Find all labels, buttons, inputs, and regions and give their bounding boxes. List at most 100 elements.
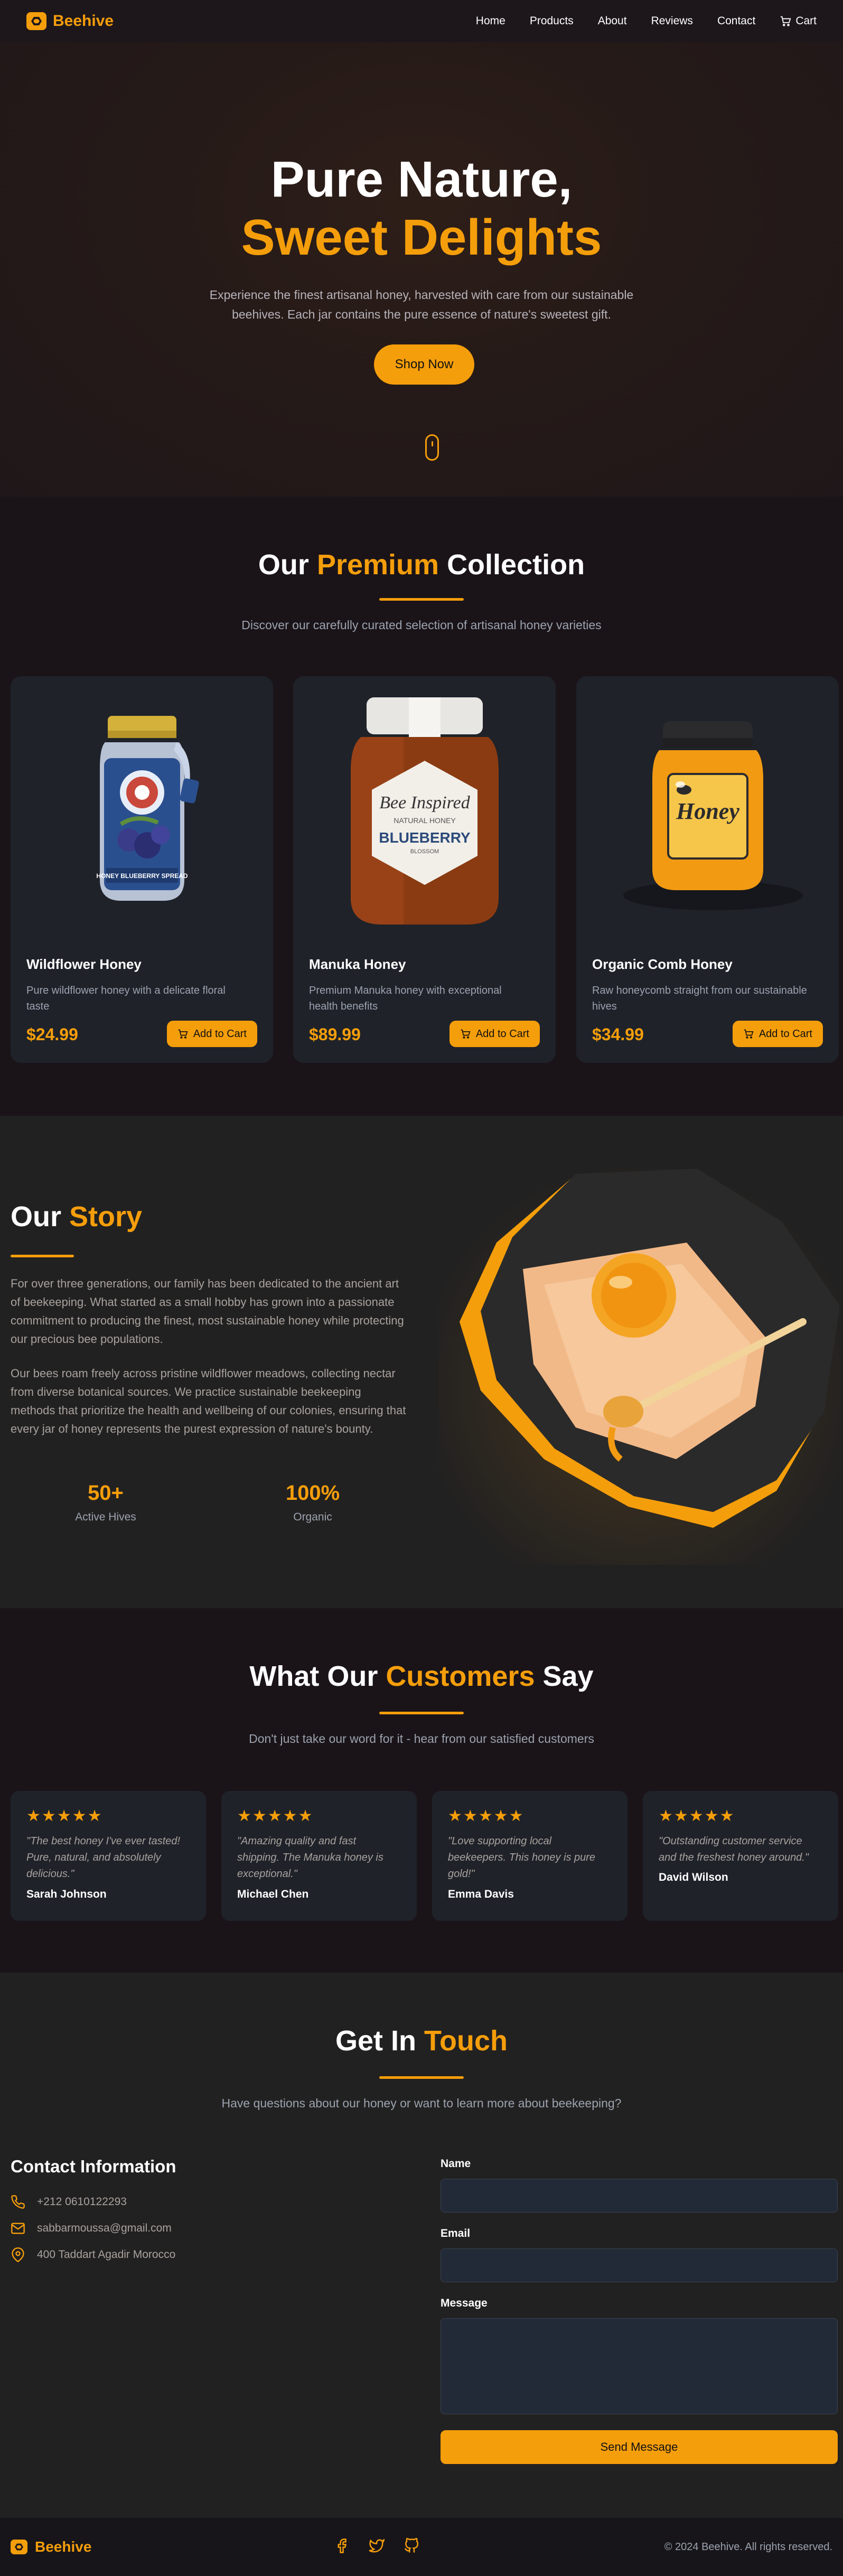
jar-label-brand: Bee Inspired xyxy=(379,793,471,813)
nav-link-reviews[interactable]: Reviews xyxy=(651,15,693,27)
shop-now-button[interactable]: Shop Now xyxy=(374,344,474,385)
send-message-button[interactable]: Send Message xyxy=(441,2430,838,2464)
social-links xyxy=(334,2538,419,2554)
product-name: Manuka Honey xyxy=(309,956,406,972)
hero-title-line2: Sweet Delights xyxy=(241,209,602,266)
name-label: Name xyxy=(441,2158,471,2170)
story-title-pre: Our xyxy=(11,1201,62,1233)
hero-section: Pure Nature, Sweet Delights Experience t… xyxy=(0,42,843,497)
facebook-icon[interactable] xyxy=(334,2538,350,2554)
jar-label-text: Honey xyxy=(676,798,739,824)
reviews-subtitle: Don't just take our word for it - hear f… xyxy=(249,1732,594,1746)
star-rating-icons: ★★★★★ xyxy=(237,1807,314,1825)
star-rating-icons: ★★★★★ xyxy=(448,1807,524,1825)
review-card: ★★★★★ "The best honey I've ever tasted! … xyxy=(11,1791,206,1921)
beehive-logo-icon xyxy=(11,2540,27,2554)
add-to-cart-label: Add to Cart xyxy=(758,1028,812,1040)
add-to-cart-label: Add to Cart xyxy=(193,1028,247,1040)
story-paragraph-2: Our bees roam freely across pristine wil… xyxy=(11,1367,406,1435)
cart-icon xyxy=(744,1029,754,1039)
cart-icon xyxy=(461,1029,471,1039)
contact-email: sabbarmoussa@gmail.com xyxy=(11,2221,172,2236)
mail-icon xyxy=(11,2223,25,2234)
phone-text: +212 0610122293 xyxy=(37,2196,127,2208)
product-name: Organic Comb Honey xyxy=(592,956,733,972)
contact-title-accent: Touch xyxy=(424,2025,508,2057)
brand-logo[interactable]: Beehive xyxy=(26,12,114,30)
nav-link-contact[interactable]: Contact xyxy=(717,15,755,27)
jar-label-text: HONEY BLUEBERRY SPREAD xyxy=(96,872,188,880)
github-icon[interactable] xyxy=(404,2538,419,2554)
contact-section: Get In Touch Have questions about our ho… xyxy=(0,1973,843,2518)
reviews-section: What Our Customers Say Don't just take o… xyxy=(0,1608,843,1973)
product-card-wildflower[interactable]: HONEY BLUEBERRY SPREAD Wildflower Honey … xyxy=(11,676,273,1063)
contact-info-title: Contact Information xyxy=(11,2157,176,2176)
products-title-underline xyxy=(379,598,464,601)
product-card-manuka[interactable]: Bee Inspired NATURAL HONEY BLUEBERRY BLO… xyxy=(293,676,556,1063)
add-to-cart-button[interactable]: Add to Cart xyxy=(449,1021,540,1047)
product-image-comb: Honey xyxy=(576,676,839,946)
email-input[interactable] xyxy=(441,2248,838,2282)
product-price: $89.99 xyxy=(309,1025,361,1044)
email-text[interactable]: sabbarmoussa@gmail.com xyxy=(37,2222,172,2235)
reviewer-name: Michael Chen xyxy=(237,1888,309,1900)
contact-phone: +212 0610122293 xyxy=(11,2195,127,2209)
jar-label-sub: NATURAL HONEY xyxy=(394,816,456,825)
reviews-title-accent: Customers xyxy=(386,1660,535,1692)
add-to-cart-button[interactable]: Add to Cart xyxy=(166,1021,257,1047)
products-title-post: Collection xyxy=(447,549,585,581)
footer-brand-name: Beehive xyxy=(35,2538,92,2555)
location-pin-icon xyxy=(12,2247,24,2262)
phone-icon xyxy=(11,2195,25,2209)
product-description: Raw honeycomb straight from our sustaina… xyxy=(592,985,807,1012)
contact-address: 400 Taddart Agadir Morocco xyxy=(11,2247,175,2262)
name-input[interactable] xyxy=(441,2179,838,2213)
products-title: Our Premium Collection xyxy=(0,548,843,581)
stat-hives-label: Active Hives xyxy=(75,1511,136,1523)
nav-link-products[interactable]: Products xyxy=(530,15,574,27)
cart-icon xyxy=(178,1029,188,1039)
product-price: $34.99 xyxy=(592,1025,644,1044)
story-image xyxy=(438,1163,840,1565)
nav-link-home[interactable]: Home xyxy=(476,15,505,27)
add-to-cart-button[interactable]: Add to Cart xyxy=(732,1021,823,1047)
jar-label-type: BLOSSOM xyxy=(410,848,438,855)
reviews-title-pre: What Our xyxy=(249,1660,378,1692)
nav-link-about[interactable]: About xyxy=(598,15,627,27)
products-subtitle: Discover our carefully curated selection… xyxy=(241,618,602,632)
scroll-mouse-icon[interactable] xyxy=(425,434,439,461)
star-rating-icons: ★★★★★ xyxy=(659,1807,735,1825)
add-to-cart-label: Add to Cart xyxy=(475,1028,529,1040)
twitter-icon[interactable] xyxy=(369,2538,385,2554)
footer: Beehive © 2024 Beehive. All rights reser… xyxy=(0,2518,843,2576)
contact-title: Get In Touch xyxy=(0,2024,843,2057)
footer-brand[interactable]: Beehive xyxy=(11,2538,91,2555)
contact-subtitle: Have questions about our honey or want t… xyxy=(221,2096,622,2110)
reviewer-name: Sarah Johnson xyxy=(26,1888,107,1900)
stat-organic-label: Organic xyxy=(293,1511,332,1523)
products-section: Our Premium Collection Discover our care… xyxy=(0,497,843,1116)
story-title-accent: Story xyxy=(69,1201,143,1233)
contact-title-underline xyxy=(379,2076,464,2079)
products-title-pre: Our xyxy=(258,549,309,581)
message-label: Message xyxy=(441,2297,488,2309)
hero-title-line1: Pure Nature, xyxy=(270,151,573,208)
contact-title-pre: Get In xyxy=(335,2025,417,2057)
story-title-underline xyxy=(11,1255,74,1257)
jar-label-flavor: BLUEBERRY xyxy=(379,829,471,846)
review-text: "Amazing quality and fast shipping. The … xyxy=(237,1835,383,1880)
review-card: ★★★★★ "Outstanding customer service and … xyxy=(643,1791,838,1921)
review-text: "The best honey I've ever tasted! Pure, … xyxy=(26,1835,181,1880)
product-name: Wildflower Honey xyxy=(26,956,142,972)
product-card-comb[interactable]: Honey Organic Comb Honey Raw honeycomb s… xyxy=(576,676,839,1063)
stat-organic-value: 100% xyxy=(285,1481,340,1505)
reviews-title: What Our Customers Say xyxy=(0,1660,843,1693)
story-paragraph-1: For over three generations, our family h… xyxy=(11,1277,404,1346)
review-text: "Outstanding customer service and the fr… xyxy=(659,1835,809,1863)
cart-icon xyxy=(781,16,791,26)
beehive-logo-icon xyxy=(26,12,46,30)
nav-cart-link[interactable]: Cart xyxy=(780,15,817,27)
message-textarea[interactable] xyxy=(441,2318,838,2414)
review-card: ★★★★★ "Love supporting local beekeepers.… xyxy=(432,1791,627,1921)
review-card: ★★★★★ "Amazing quality and fast shipping… xyxy=(221,1791,417,1921)
